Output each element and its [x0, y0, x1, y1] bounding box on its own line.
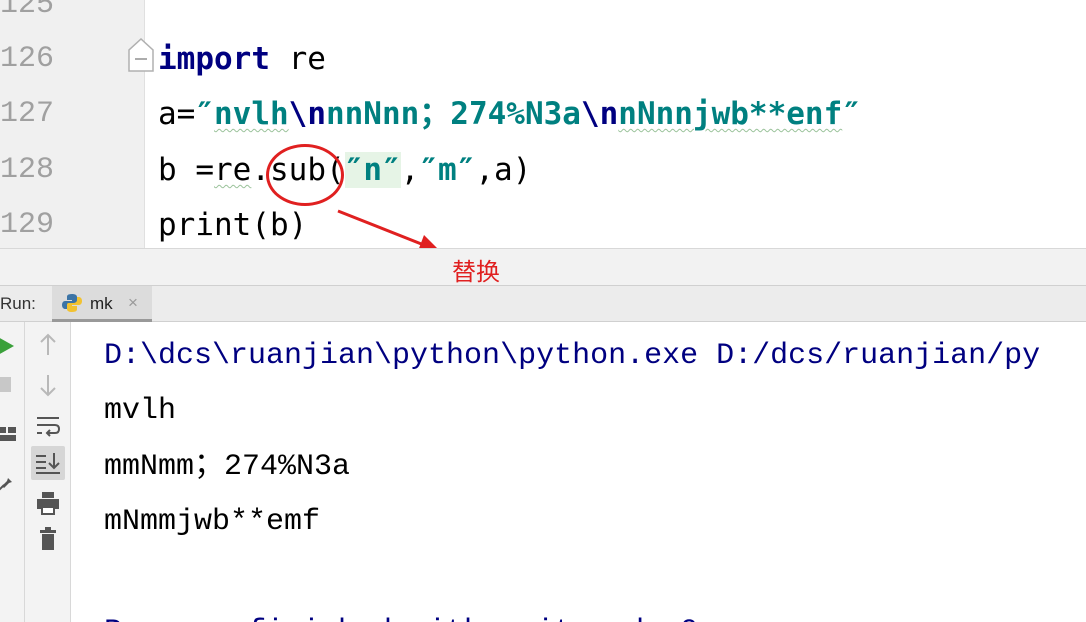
scroll-to-end-icon[interactable]: [31, 446, 65, 480]
function-name: print: [158, 207, 252, 243]
code-line-129[interactable]: print(b): [158, 205, 307, 245]
line-number-gutter: 125 126 127 128 129: [0, 0, 145, 248]
tab-label: mk: [90, 294, 113, 313]
line-number: 127: [0, 97, 55, 131]
console-line: mNmmjwb**emf: [104, 505, 321, 539]
comma: ,: [475, 152, 495, 188]
module-ref: re: [214, 152, 252, 188]
run-label: Run:: [0, 294, 36, 313]
run-icon[interactable]: [0, 336, 16, 356]
annotation-label: 替换: [452, 258, 500, 286]
code-line-127[interactable]: a=″nvlh\nnnNnn；274%N3a\nnNnnjwb**enf″: [158, 94, 861, 134]
quote: ″: [195, 96, 214, 132]
run-toolbar-primary: [0, 322, 25, 622]
code-editor[interactable]: 125 126 127 128 129 import re a=″nvlh\nn…: [0, 0, 1086, 248]
variable-arg: a: [494, 152, 513, 188]
paren-close: ): [512, 152, 532, 188]
console-line: mmNmm；274%N3a: [104, 450, 351, 484]
scroll-up-icon[interactable]: [33, 330, 63, 360]
line-number: 126: [0, 42, 55, 76]
code-line-128[interactable]: b =re.sub(″n″,″m″,a): [158, 150, 531, 190]
escape-sequence: \n: [288, 96, 326, 132]
quote: ″: [842, 96, 861, 132]
string-part: nvlh: [214, 96, 289, 132]
run-toolbar-secondary: [25, 322, 71, 622]
python-icon: [62, 294, 82, 312]
comma: ,: [400, 152, 420, 188]
run-toolwindow-header: Run: mk ×: [0, 286, 1086, 322]
string-part: nNnnjwb**enf: [618, 96, 843, 132]
line-number: 129: [0, 208, 55, 242]
panel-divider[interactable]: [0, 248, 1086, 286]
console-line: mvlh: [104, 394, 177, 428]
code-line-126[interactable]: import re: [158, 39, 326, 79]
console-line: Process finished with exit code 0: [104, 612, 698, 622]
trash-icon[interactable]: [33, 524, 63, 554]
console-output[interactable]: D:\dcs\ruanjian\python\python.exe D:/dcs…: [71, 322, 1086, 622]
line-number: 125: [0, 0, 55, 22]
console-line: D:\dcs\ruanjian\python\python.exe D:/dcs…: [104, 339, 1041, 373]
stop-icon[interactable]: [0, 376, 14, 394]
soft-wrap-icon[interactable]: [33, 410, 63, 440]
layout-icon[interactable]: [0, 424, 18, 444]
line-number: 128: [0, 153, 55, 187]
fold-marker-icon[interactable]: [128, 38, 154, 72]
escape-sequence: \n: [580, 96, 619, 132]
print-icon[interactable]: [33, 488, 63, 518]
run-tab-mk[interactable]: mk ×: [52, 286, 152, 322]
assignment: b =: [158, 152, 214, 188]
annotation-circle: [266, 144, 344, 206]
assignment: a=: [158, 96, 196, 132]
close-icon[interactable]: ×: [128, 293, 138, 313]
keyword-import: import: [158, 41, 270, 77]
string-part: nnNnn；274%N3a: [325, 96, 581, 132]
call-args: (b): [251, 207, 308, 243]
pin-icon[interactable]: [0, 472, 16, 492]
module-name: re: [269, 41, 326, 77]
scroll-down-icon[interactable]: [33, 370, 63, 400]
string-arg: ″n″: [344, 152, 401, 188]
string-arg: ″m″: [419, 152, 476, 188]
